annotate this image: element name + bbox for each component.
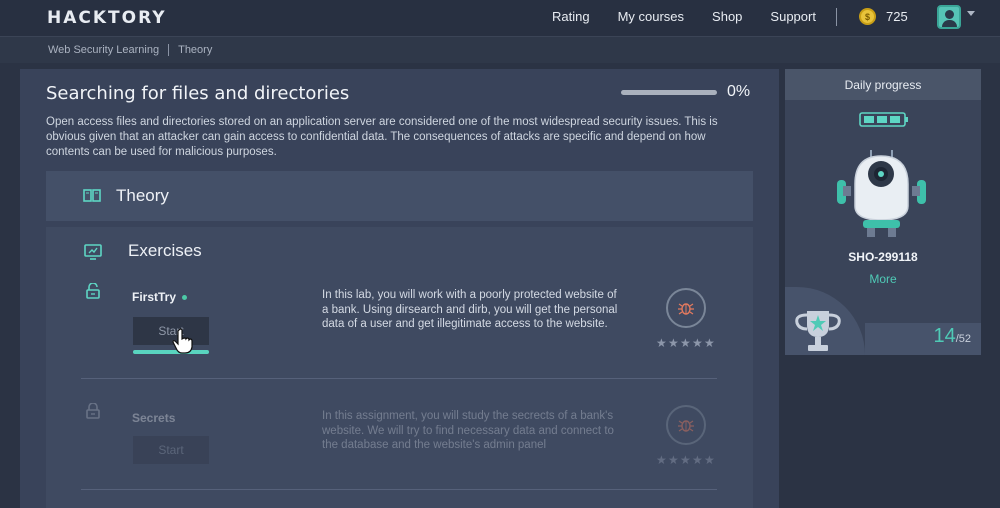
lesson-description: Open access files and directories stored…: [46, 116, 718, 158]
nav-rating[interactable]: Rating: [552, 9, 590, 24]
bug-icon: [666, 288, 706, 328]
user-avatar[interactable]: [937, 5, 961, 29]
star-icon: ★: [680, 453, 691, 467]
star-icon: ★: [668, 336, 679, 350]
coin-icon: $: [859, 8, 876, 25]
divider: [81, 378, 717, 379]
chevron-down-icon[interactable]: [967, 11, 975, 16]
progress-count-value: 14: [933, 325, 956, 347]
star-icon: ★: [680, 336, 691, 350]
more-link[interactable]: More: [785, 272, 981, 286]
breadcrumb-separator: [168, 44, 170, 56]
star-icon: ★: [704, 453, 715, 467]
user-id: SHO-299118: [848, 250, 918, 264]
battery-icon: [859, 112, 908, 127]
unlock-icon: [86, 283, 100, 299]
nav-shop[interactable]: Shop: [712, 9, 742, 24]
star-icon: ★: [656, 453, 667, 467]
theory-section[interactable]: Theory: [46, 171, 753, 221]
monitor-icon: [84, 244, 102, 260]
divider: [81, 489, 717, 490]
book-icon: [83, 189, 101, 202]
start-button[interactable]: Start: [133, 436, 209, 464]
trophy-icon: [795, 311, 841, 351]
lesson-progress-label: 0%: [727, 83, 751, 100]
star-icon: ★: [692, 453, 703, 467]
lesson-card: Searching for files and directories 0% O…: [20, 69, 779, 508]
top-navbar: HACKTORY Rating My courses Shop Support …: [0, 0, 1000, 36]
breadcrumb: Web Security Learning Theory: [0, 36, 1000, 63]
avatar-body: [942, 20, 957, 27]
daily-progress-title: Daily progress: [785, 69, 981, 100]
star-icon: ★: [692, 336, 703, 350]
star-rating: ★ ★ ★ ★ ★: [656, 454, 716, 466]
exercises-label: Exercises: [128, 241, 202, 260]
nav-links: Rating My courses Shop Support: [552, 9, 844, 24]
bug-icon: [666, 405, 706, 445]
exercise-name: FirstTry: [132, 290, 188, 304]
theory-label: Theory: [116, 186, 169, 205]
breadcrumb-course[interactable]: Web Security Learning: [48, 44, 159, 56]
progress-count: 14/52: [933, 325, 971, 348]
lock-icon: [86, 403, 100, 419]
exercise-title: FirstTry: [132, 290, 177, 304]
page-title: Searching for files and directories: [46, 83, 350, 104]
breadcrumb-current: Theory: [178, 44, 213, 56]
exercise-title: Secrets: [132, 411, 176, 425]
exercises-section: Exercises FirstTry Start In this lab, yo…: [46, 227, 753, 508]
nav-support[interactable]: Support: [770, 9, 816, 24]
nav-divider: [836, 8, 837, 26]
star-rating: ★ ★ ★ ★ ★: [656, 337, 716, 349]
lesson-progress-bar: [621, 90, 717, 95]
hacktory-logo[interactable]: HACKTORY: [47, 8, 167, 28]
star-icon: ★: [656, 336, 667, 350]
status-dot: [182, 295, 188, 301]
daily-progress-card: Daily progress SHO-299118 More 14/52: [785, 69, 981, 355]
start-button-progress: [133, 350, 209, 354]
start-button[interactable]: Start: [133, 317, 209, 345]
exercise-description: In this lab, you will work with a poorly…: [322, 289, 618, 330]
star-icon: ★: [704, 336, 715, 350]
exercise-description: In this assignment, you will study the s…: [322, 410, 614, 451]
trophy-badge: [785, 287, 865, 355]
star-icon: ★: [668, 453, 679, 467]
progress-count-total: /52: [955, 333, 971, 345]
nav-my-courses[interactable]: My courses: [618, 9, 684, 24]
progress-count-bar: 14/52: [865, 323, 981, 355]
hand-cursor-icon: [172, 328, 193, 354]
coin-count: 725: [886, 9, 908, 24]
avatar-head: [945, 10, 954, 19]
robot-mascot-icon: [837, 150, 926, 237]
